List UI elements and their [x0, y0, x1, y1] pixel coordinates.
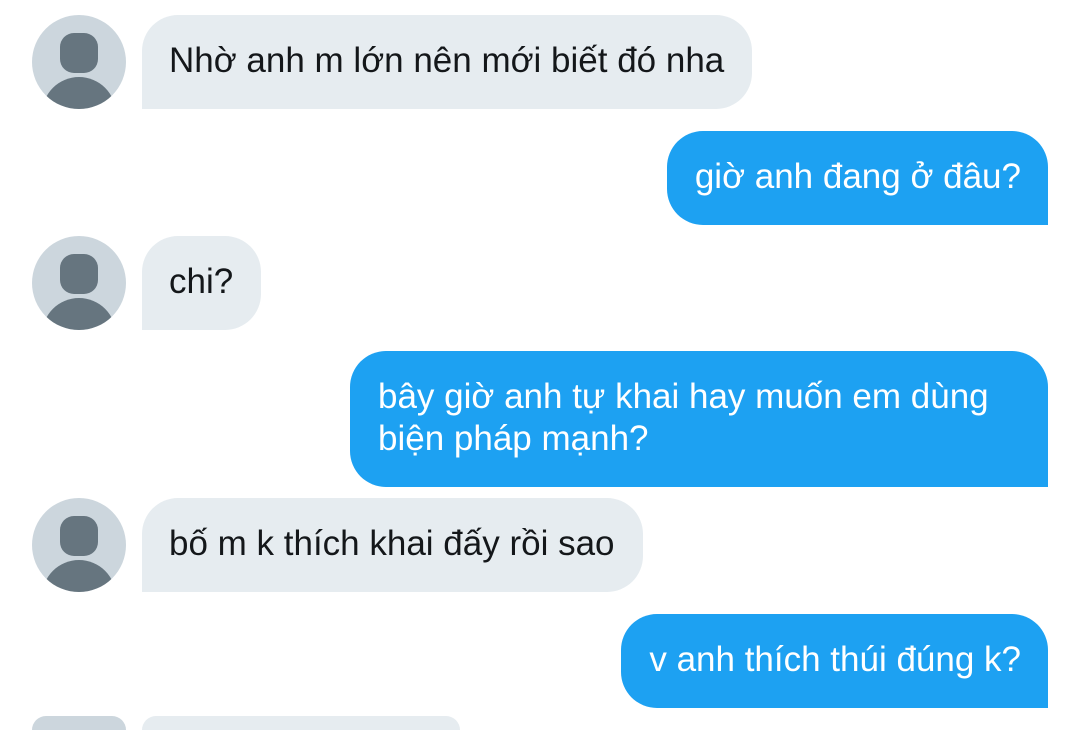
- message-bubble-incoming[interactable]: Nhờ anh m lớn nên mới biết đó nha: [142, 15, 753, 109]
- message-text-line: bây giờ anh tự khai hay muốn em dùng: [378, 377, 989, 416]
- message-bubble-outgoing[interactable]: giờ anh đang ở đâu?: [666, 131, 1048, 225]
- message-bubble-incoming[interactable]: chi?: [142, 236, 262, 330]
- message-text: Nhờ anh m lớn nên mới biết đó nha: [169, 41, 725, 80]
- avatar-head-icon: [60, 33, 98, 73]
- message-bubble-incoming[interactable]: [142, 716, 460, 730]
- message-text: bố m k thích khai đấy rồi sao: [169, 524, 615, 563]
- message-text: v anh thích thúi đúng k?: [649, 640, 1021, 679]
- avatar[interactable]: [32, 236, 126, 330]
- message-bubble-outgoing[interactable]: v anh thích thúi đúng k?: [621, 614, 1048, 708]
- avatar-head-icon: [60, 516, 98, 556]
- message-text: chi?: [169, 262, 234, 301]
- avatar[interactable]: [32, 15, 126, 109]
- avatar-body-icon: [42, 298, 116, 330]
- avatar-body-icon: [42, 77, 116, 109]
- message-text-line: biện pháp mạnh?: [378, 419, 649, 458]
- avatar[interactable]: [32, 716, 126, 730]
- message-text: giờ anh đang ở đâu?: [694, 157, 1021, 196]
- avatar-body-icon: [42, 560, 116, 592]
- message-bubble-incoming[interactable]: bố m k thích khai đấy rồi sao: [142, 498, 643, 592]
- avatar[interactable]: [32, 498, 126, 592]
- avatar-head-icon: [60, 254, 98, 294]
- message-bubble-outgoing[interactable]: bây giờ anh tự khai hay muốn em dùng biệ…: [350, 351, 1048, 487]
